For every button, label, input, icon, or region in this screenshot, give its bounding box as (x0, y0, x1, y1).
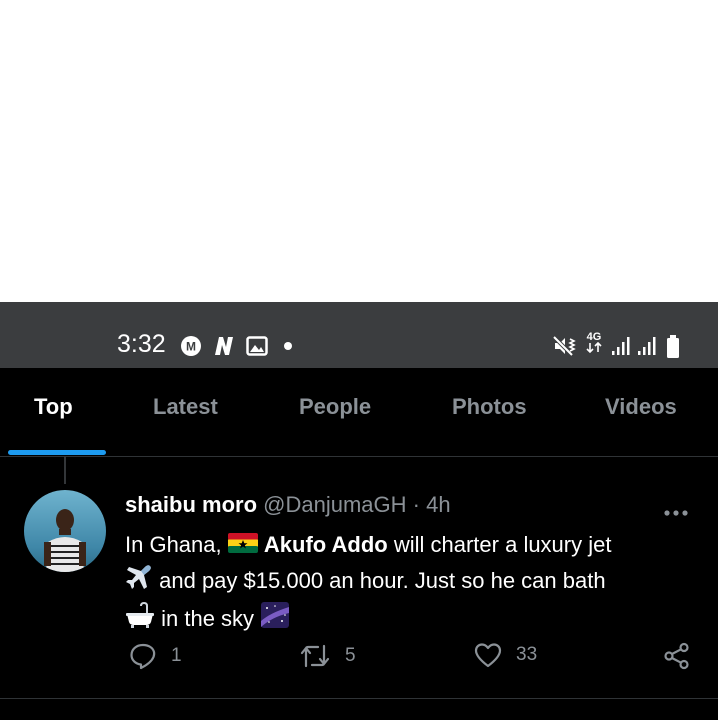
milky-way-emoji (260, 601, 290, 639)
tweet-header: shaibu moro @DanjumaGH · 4h (125, 492, 451, 518)
reply-button[interactable]: 1 (129, 642, 182, 670)
n-app-icon (211, 335, 237, 357)
active-tab-indicator (8, 450, 106, 455)
separator-dot: · (412, 492, 420, 517)
tweet-divider (0, 698, 718, 699)
tweet-line-3: in the sky (125, 601, 705, 639)
status-time: 3:32 (117, 330, 166, 358)
4g-data-icon: 4G (586, 332, 602, 353)
avatar[interactable] (24, 490, 106, 572)
tweet-line-1: In Ghana, Akufo Addo will charter a luxu… (125, 528, 705, 563)
tweet-text-line-2: and pay $15.000 an hour. Just so he can … (159, 568, 606, 593)
phone-screen: 3:32 M 4G Top Latest People Photos Video… (0, 302, 718, 720)
mentioned-person: Akufo Addo (263, 532, 388, 557)
tweet-text-suffix: will charter a luxury jet (393, 532, 612, 557)
reply-count: 1 (171, 645, 182, 666)
signal-icon (611, 335, 633, 357)
more-options-icon[interactable] (663, 496, 689, 524)
tab-top[interactable]: Top (34, 394, 73, 420)
screenshot-frame: 3:32 M 4G Top Latest People Photos Video… (0, 0, 720, 720)
author-name[interactable]: shaibu moro (125, 492, 257, 517)
tweet-text-prefix: In Ghana, (125, 532, 222, 557)
airplane-emoji (125, 563, 153, 601)
tab-photos[interactable]: Photos (452, 394, 527, 420)
tweet-actions: 1 5 33 (0, 642, 718, 682)
author-handle[interactable]: @DanjumaGH (263, 492, 406, 517)
reply-icon (129, 642, 157, 670)
tweet-text: In Ghana, Akufo Addo will charter a luxu… (125, 528, 705, 639)
tweet-time[interactable]: 4h (426, 492, 450, 517)
search-tabs: Top Latest People Photos Videos (0, 368, 718, 457)
network-type-label: 4G (586, 331, 602, 343)
blank-area (0, 0, 720, 302)
tab-people[interactable]: People (299, 394, 371, 420)
retweet-button[interactable]: 5 (299, 642, 356, 670)
status-bar: 3:32 M 4G (0, 302, 718, 368)
retweet-icon (299, 642, 331, 670)
tweet-text-line-3: in the sky (161, 606, 255, 631)
mute-vibrate-icon (552, 335, 578, 357)
heart-icon (474, 642, 502, 668)
ghana-flag-emoji (227, 529, 258, 563)
notification-dot-icon (284, 342, 292, 350)
share-button[interactable] (663, 642, 691, 670)
thread-connector (64, 456, 66, 484)
retweet-count: 5 (345, 645, 356, 666)
tab-videos[interactable]: Videos (605, 394, 677, 420)
messenger-icon: M (180, 335, 202, 357)
signal-icon (637, 335, 659, 357)
tweet-line-2: and pay $15.000 an hour. Just so he can … (125, 563, 705, 601)
like-button[interactable]: 33 (474, 642, 537, 668)
bathtub-emoji (125, 601, 155, 639)
share-icon (663, 642, 691, 670)
battery-icon (666, 335, 680, 359)
gallery-icon (246, 335, 268, 357)
like-count: 33 (516, 644, 538, 665)
svg-text:M: M (186, 340, 196, 354)
tab-latest[interactable]: Latest (153, 394, 218, 420)
